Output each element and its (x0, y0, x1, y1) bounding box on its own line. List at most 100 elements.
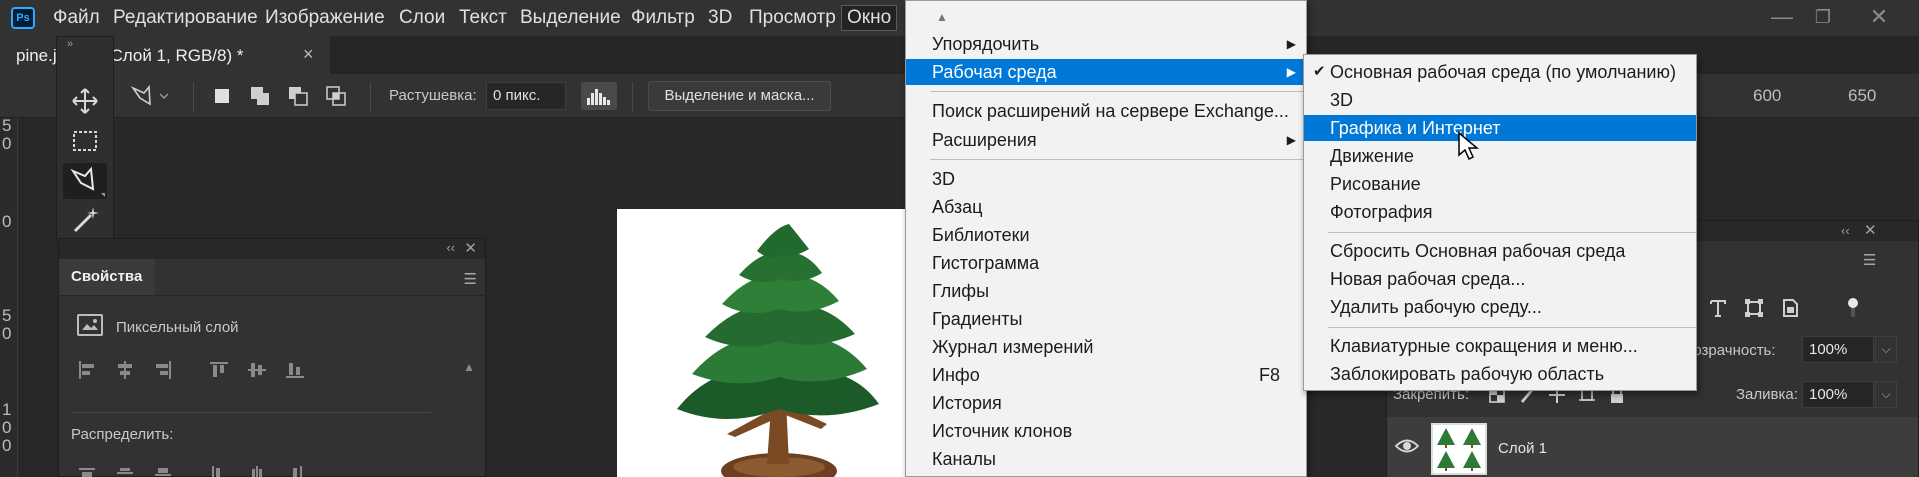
menu-item-gradients[interactable]: Градиенты (906, 306, 1306, 332)
menu-view[interactable]: Просмотр (749, 5, 836, 31)
align-bottom-icon[interactable] (285, 360, 305, 380)
menu-file[interactable]: Файл (53, 5, 100, 31)
mouse-pointer-icon (1458, 131, 1479, 161)
menu-item-painting[interactable]: Рисование (1304, 171, 1696, 197)
menu-item-keyboard-shortcuts[interactable]: Клавиатурные сокращения и меню... (1304, 333, 1696, 359)
menu-filter[interactable]: Фильтр (631, 5, 695, 31)
menu-item-arrange[interactable]: Упорядочить ▶ (906, 31, 1306, 57)
close-tab-icon[interactable]: × (303, 44, 314, 65)
workspace-submenu: ✔ Основная рабочая среда (по умолчанию) 3… (1303, 54, 1697, 391)
photoshop-logo-icon: Ps (11, 7, 35, 29)
document-canvas[interactable] (617, 209, 909, 477)
menu-item-measurement-log[interactable]: Журнал измерений (906, 334, 1306, 360)
menu-item-essentials-default[interactable]: ✔ Основная рабочая среда (по умолчанию) (1304, 59, 1696, 85)
type-filter-icon[interactable] (1707, 297, 1729, 319)
align-left-icon[interactable] (77, 360, 97, 380)
menu-item-extensions[interactable]: Расширения ▶ (906, 127, 1306, 153)
close-window-icon[interactable]: ✕ (1862, 2, 1896, 32)
marquee-tool-icon[interactable] (63, 123, 107, 159)
menu-item-channels[interactable]: Каналы (906, 446, 1306, 472)
menu-item-clone-source[interactable]: Источник клонов (906, 418, 1306, 444)
toolbar-expand-icon[interactable]: » (57, 37, 113, 52)
new-selection-icon[interactable] (210, 84, 234, 108)
collapse-panel-icon[interactable]: ‹‹ (446, 240, 455, 255)
menu-3d[interactable]: 3D (708, 5, 732, 31)
menu-item-label: Упорядочить (932, 34, 1040, 54)
menu-item-ws-3d[interactable]: 3D (1304, 87, 1696, 113)
panel-menu-icon[interactable]: ☰ (464, 270, 477, 288)
filter-toggle-icon[interactable] (1842, 297, 1864, 319)
menu-item-lock-workspace[interactable]: Заблокировать рабочую область (1304, 361, 1696, 387)
select-and-mask-button[interactable]: Выделение и маска... (648, 81, 831, 111)
align-horizontal-center-icon[interactable] (115, 360, 135, 380)
lasso-preset-icon[interactable] (130, 84, 170, 108)
intersect-selection-icon[interactable] (324, 84, 348, 108)
move-tool-icon[interactable] (63, 83, 107, 119)
separator (632, 82, 633, 112)
menu-item-label: Расширения (932, 130, 1037, 150)
restore-icon[interactable]: ❐ (1806, 2, 1840, 32)
menu-window[interactable]: Окно (841, 5, 898, 31)
layer-thumbnail (1431, 423, 1487, 475)
distribute-top-icon[interactable] (77, 464, 97, 477)
layer-row[interactable]: Слой 1 (1387, 417, 1918, 477)
distribute-right-icon[interactable] (285, 464, 305, 477)
menu-item-reset-workspace[interactable]: Сбросить Основная рабочая среда (1304, 238, 1696, 264)
document-tab[interactable]: pine.j 6.7% (Слой 1, RGB/8) * × (0, 36, 330, 74)
menu-select[interactable]: Выделение (520, 5, 621, 31)
collapse-panel-icon[interactable]: ‹‹ (1841, 223, 1850, 238)
layer-name[interactable]: Слой 1 (1498, 440, 1547, 457)
menu-separator (1328, 232, 1696, 233)
menu-item-delete-workspace[interactable]: Удалить рабочую среду... (1304, 294, 1696, 320)
scroll-up-arrow-icon[interactable]: ▲ (936, 10, 948, 24)
distribute-bottom-icon[interactable] (153, 464, 173, 477)
align-vertical-center-icon[interactable] (247, 360, 267, 380)
distribute-vcenter-icon[interactable] (115, 464, 135, 477)
menu-item-paragraph[interactable]: Абзац (906, 194, 1306, 220)
close-panel-icon[interactable]: ✕ (464, 239, 477, 257)
menu-item-glyphs[interactable]: Глифы (906, 278, 1306, 304)
subtract-from-selection-icon[interactable] (286, 84, 310, 108)
divider (59, 295, 485, 296)
menu-item-histogram[interactable]: Гистограмма (906, 250, 1306, 276)
add-to-selection-icon[interactable] (248, 84, 272, 108)
chevron-down-icon[interactable]: ⌵ (1875, 336, 1897, 363)
shape-filter-icon[interactable] (1743, 297, 1765, 319)
menu-item-libraries[interactable]: Библиотеки (906, 222, 1306, 248)
panel-menu-icon[interactable]: ☰ (1863, 251, 1876, 269)
menu-layers[interactable]: Слои (399, 5, 445, 31)
menu-item-graphics-web[interactable]: Графика и Интернет (1304, 115, 1696, 141)
menu-item-photography[interactable]: Фотография (1304, 199, 1696, 225)
menu-item-3d[interactable]: 3D (906, 166, 1306, 192)
smart-object-filter-icon[interactable] (1779, 297, 1801, 319)
distribute-hcenter-icon[interactable] (247, 464, 267, 477)
polygonal-lasso-tool-icon[interactable] (63, 163, 107, 199)
menu-item-info[interactable]: Инфо F8 (906, 362, 1306, 388)
menu-item-find-extensions[interactable]: Поиск расширений на сервере Exchange... (906, 98, 1306, 124)
scroll-up-icon[interactable]: ▲ (463, 360, 475, 374)
eye-icon[interactable] (1395, 437, 1419, 455)
vertical-ruler: 5 0 0 5 0 1 0 0 (0, 117, 18, 477)
chevron-down-icon[interactable]: ⌵ (1875, 381, 1897, 408)
menu-item-history[interactable]: История (906, 390, 1306, 416)
menu-separator (1328, 327, 1696, 328)
anti-alias-icon[interactable] (581, 82, 617, 110)
menu-type[interactable]: Текст (459, 5, 507, 31)
menu-separator (930, 91, 1306, 92)
tab-properties[interactable]: Свойства (59, 259, 155, 295)
menu-image[interactable]: Изображение (265, 5, 385, 31)
feather-input[interactable]: 0 пикс. (486, 82, 566, 110)
menu-item-new-workspace[interactable]: Новая рабочая среда... (1304, 266, 1696, 292)
magic-wand-tool-icon[interactable] (63, 203, 107, 239)
fill-input[interactable]: 100% (1802, 381, 1874, 408)
menu-item-motion[interactable]: Движение (1304, 143, 1696, 169)
minimize-icon[interactable]: — (1765, 2, 1799, 32)
opacity-input[interactable]: 100% (1802, 336, 1874, 363)
distribute-left-icon[interactable] (209, 464, 229, 477)
menu-item-workspace[interactable]: Рабочая среда ▶ (906, 59, 1306, 85)
align-right-icon[interactable] (153, 360, 173, 380)
tools-panel: » (56, 36, 114, 241)
close-panel-icon[interactable]: ✕ (1864, 221, 1877, 239)
menu-edit[interactable]: Редактирование (113, 5, 258, 31)
align-top-icon[interactable] (209, 360, 229, 380)
